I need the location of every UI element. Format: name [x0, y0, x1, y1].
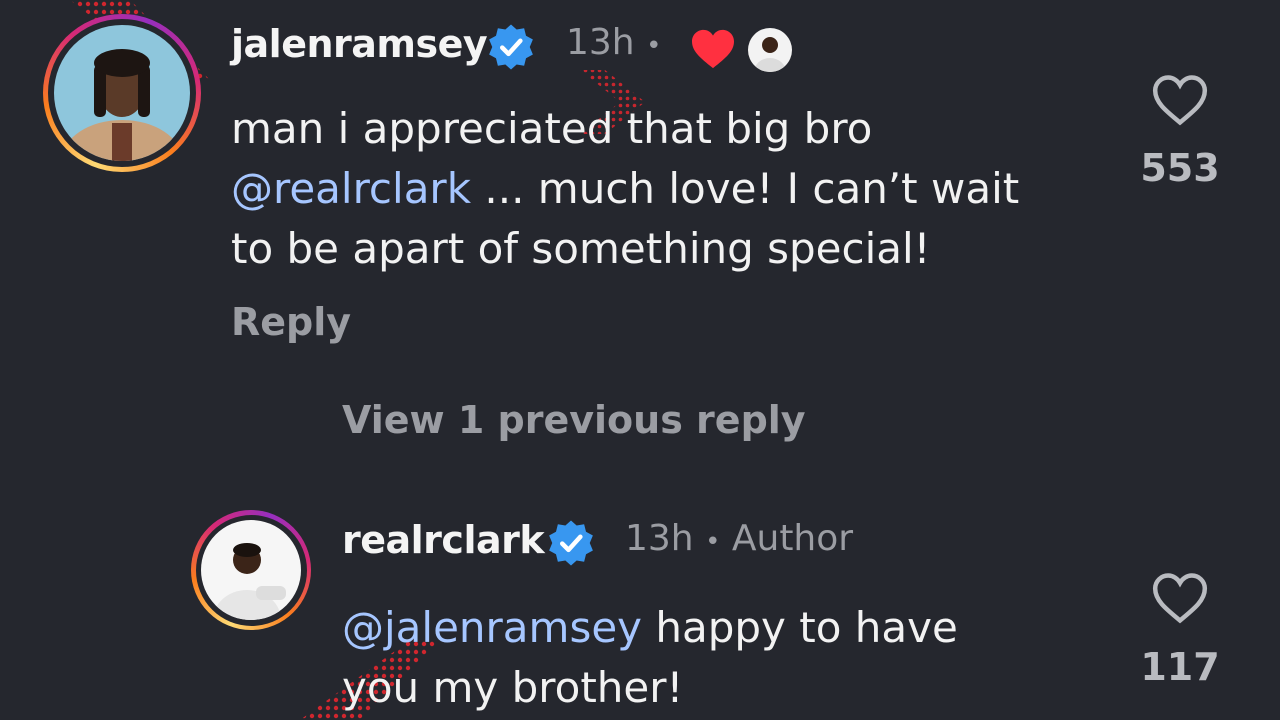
like-count: 553 [1140, 146, 1220, 190]
view-previous-replies-link[interactable]: View 1 previous reply [342, 398, 806, 442]
profile-photo [54, 25, 190, 161]
profile-photo [201, 520, 301, 620]
username-realrclark[interactable]: realrclark [342, 518, 545, 562]
author-mini-avatar [746, 26, 794, 74]
mention-link[interactable]: @jalenramsey [342, 603, 642, 652]
comment-text-line: you my brother! [342, 663, 684, 712]
mention-link[interactable]: @realrclark [231, 164, 471, 213]
timestamp: 13h • [566, 22, 662, 63]
verified-badge-icon [489, 24, 533, 70]
timestamp: 13h • Author [625, 518, 854, 559]
author-liked-heart-icon [692, 29, 734, 69]
avatar-realrclark[interactable] [191, 510, 311, 630]
verified-badge-icon [549, 520, 593, 566]
heart-outline-icon[interactable] [1151, 572, 1209, 624]
comment-text-line: happy to have [642, 603, 958, 652]
comment-text-line: man i appreciated that big bro [231, 104, 873, 153]
author-badge: Author [731, 518, 854, 559]
comment-text: @jalenramsey happy to have you my brothe… [342, 598, 958, 718]
reply-button[interactable]: Reply [231, 300, 351, 344]
heart-outline-icon[interactable] [1151, 74, 1209, 126]
comment-text-line: ... much love! I can’t wait [471, 164, 1020, 213]
comment-text: man i appreciated that big bro @realrcla… [231, 99, 1019, 279]
avatar-jalenramsey[interactable] [43, 14, 201, 172]
like-count: 117 [1140, 645, 1220, 689]
username-jalenramsey[interactable]: jalenramsey [231, 22, 488, 66]
comment-text-line: to be apart of something special! [231, 224, 931, 273]
